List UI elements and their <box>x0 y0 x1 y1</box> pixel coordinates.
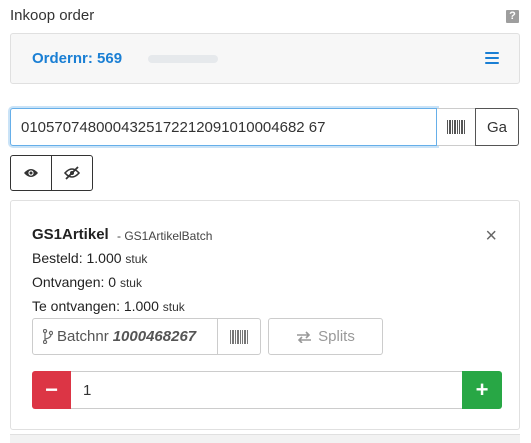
hide-button[interactable] <box>51 155 93 191</box>
batch-number: 1000468267 <box>112 328 197 345</box>
branch-icon <box>43 329 53 344</box>
article-name: GS1Artikel <box>32 226 109 243</box>
eye-slash-icon <box>63 166 81 180</box>
to-receive-line: Te ontvangen: 1.000 stuk <box>32 298 185 314</box>
barcode-icon <box>447 120 465 134</box>
increment-button[interactable]: + <box>462 371 502 409</box>
order-number-label: Ordernr: 569 <box>32 50 123 67</box>
batch-input-group: Batchnr 1000468267 <box>32 318 261 355</box>
quantity-input[interactable] <box>71 371 462 409</box>
to-receive-text: Te ontvangen: 1.000 <box>32 298 159 314</box>
close-icon[interactable]: × <box>485 226 497 246</box>
ordered-line: Besteld: 1.000 stuk <box>32 250 147 266</box>
show-button[interactable] <box>10 155 52 191</box>
order-header-card: Ordernr: 569 <box>10 33 520 84</box>
batch-barcode-button[interactable] <box>218 318 261 355</box>
article-subtitle: - GS1ArtikelBatch <box>117 229 213 243</box>
ordered-text: Besteld: 1.000 <box>32 250 122 266</box>
received-line: Ontvangen: 0 stuk <box>32 274 142 290</box>
barcode-scan-button[interactable] <box>437 108 476 146</box>
to-receive-unit: stuk <box>162 300 185 314</box>
barcode-icon <box>230 329 248 344</box>
ordered-unit: stuk <box>125 252 148 266</box>
exchange-icon <box>297 330 312 343</box>
split-label: Splits <box>318 328 355 345</box>
scan-input-group: Ga <box>10 108 520 146</box>
order-placeholder-bar <box>148 55 218 63</box>
next-card-edge <box>10 434 520 443</box>
hamburger-menu-icon[interactable] <box>485 52 499 64</box>
scan-input[interactable] <box>10 108 437 146</box>
decrement-button[interactable]: − <box>32 371 71 409</box>
help-icon[interactable]: ? <box>506 10 519 23</box>
quantity-stepper: − + <box>32 371 502 409</box>
go-button[interactable]: Ga <box>475 108 519 146</box>
split-button[interactable]: Splits <box>268 318 383 355</box>
article-card: GS1Artikel - GS1ArtikelBatch × Besteld: … <box>10 200 520 430</box>
page-title: Inkoop order <box>10 7 95 24</box>
visibility-toggle-group <box>10 155 93 191</box>
batch-label: Batchnr <box>57 328 109 345</box>
batch-number-field[interactable]: Batchnr 1000468267 <box>32 318 218 355</box>
eye-icon <box>24 169 38 177</box>
received-unit: stuk <box>119 276 142 290</box>
received-text: Ontvangen: 0 <box>32 274 117 290</box>
